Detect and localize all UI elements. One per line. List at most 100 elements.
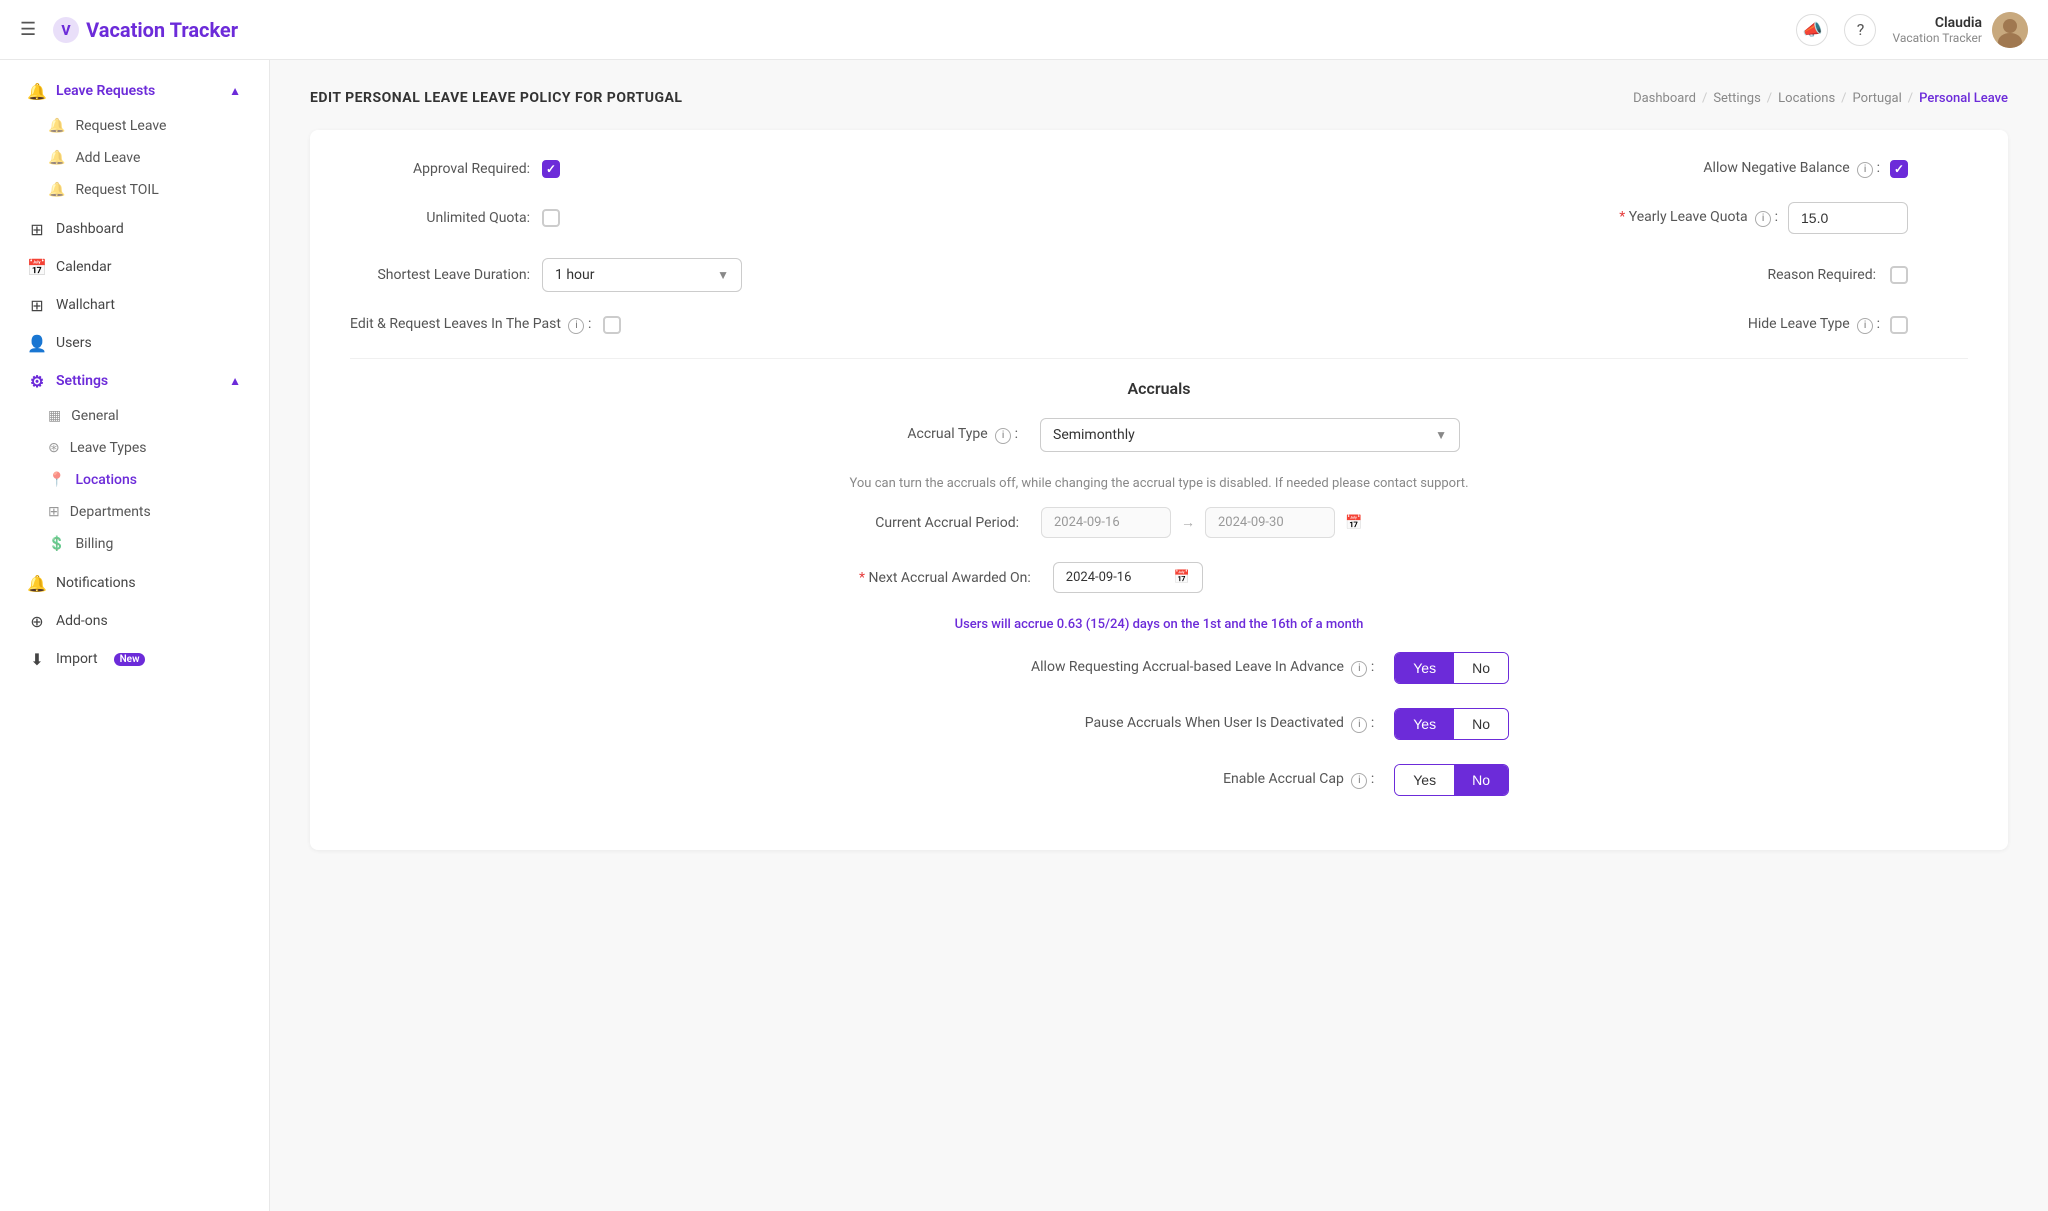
shortest-leave-duration-select[interactable]: 1 hour ▼ <box>542 258 742 292</box>
breadcrumb-dashboard[interactable]: Dashboard <box>1633 91 1696 106</box>
allow-requesting-yes-button[interactable]: Yes <box>1395 653 1454 683</box>
accrual-type-select[interactable]: Semimonthly ▼ <box>1040 418 1460 452</box>
accrual-cap-yes-button[interactable]: Yes <box>1395 765 1454 795</box>
breadcrumb-current: Personal Leave <box>1919 91 2008 106</box>
yearly-quota-info-icon[interactable]: i <box>1755 211 1771 227</box>
sidebar-item-notifications[interactable]: 🔔 Notifications <box>8 564 261 602</box>
user-name: Claudia <box>1892 15 1982 31</box>
accrual-cap-no-button[interactable]: No <box>1454 765 1508 795</box>
sidebar-item-calendar[interactable]: 📅 Calendar <box>8 248 261 286</box>
logo-text: Vacation Tracker <box>86 18 238 42</box>
logo[interactable]: V Vacation Tracker <box>52 16 238 44</box>
wallchart-icon: ⊞ <box>28 296 46 314</box>
edit-request-info-icon[interactable]: i <box>568 318 584 334</box>
edit-request-checkbox[interactable] <box>603 316 621 334</box>
sidebar-item-general[interactable]: ▦ General <box>48 400 269 432</box>
menu-toggle-button[interactable]: ☰ <box>20 19 36 40</box>
allow-negative-balance-checkbox[interactable]: ✓ <box>1890 160 1908 178</box>
form-row-edit: Edit & Request Leaves In The Past i : Hi… <box>350 316 1968 334</box>
sidebar-item-label-users: Users <box>56 335 92 351</box>
accrual-type-value: Semimonthly <box>1053 427 1135 443</box>
accrual-period-end-input: 2024-09-30 <box>1205 507 1335 538</box>
accruals-section-title: Accruals <box>350 379 1968 398</box>
sidebar-item-leave-requests[interactable]: 🔔 Leave Requests ▲ <box>8 72 261 110</box>
sidebar-item-request-leave[interactable]: 🔔 Request Leave <box>48 110 269 142</box>
accrual-type-label: Accrual Type i : <box>858 426 1018 444</box>
pause-accruals-no-button[interactable]: No <box>1454 709 1508 739</box>
general-icon: ▦ <box>48 408 61 424</box>
breadcrumb-sep-1: / <box>1702 91 1707 106</box>
sidebar-item-label-request-leave: Request Leave <box>75 118 166 134</box>
notifications-icon: 🔔 <box>28 574 46 592</box>
help-icon[interactable]: ? <box>1844 14 1876 46</box>
pause-accruals-yes-button[interactable]: Yes <box>1395 709 1454 739</box>
negative-balance-info-icon[interactable]: i <box>1857 162 1873 178</box>
hide-leave-type-label: Hide Leave Type i : <box>1748 316 1880 334</box>
allow-requesting-info-icon[interactable]: i <box>1351 661 1367 677</box>
sidebar-item-label-settings: Settings <box>56 373 108 389</box>
next-accrual-calendar-icon[interactable]: 📅 <box>1174 570 1190 585</box>
allow-requesting-btn-group: Yes No <box>1394 652 1509 684</box>
form-row-duration: Shortest Leave Duration: 1 hour ▼ Reason… <box>350 258 1968 292</box>
accrual-type-note: You can turn the accruals off, while cha… <box>350 476 1968 491</box>
accrual-type-info-icon[interactable]: i <box>995 428 1011 444</box>
add-leave-icon: 🔔 <box>48 150 65 166</box>
sidebar-item-label-billing: Billing <box>75 536 113 552</box>
sidebar-item-dashboard[interactable]: ⊞ Dashboard <box>8 210 261 248</box>
reason-required-checkbox[interactable] <box>1890 266 1908 284</box>
users-icon: 👤 <box>28 334 46 352</box>
sidebar-item-departments[interactable]: ⊞ Departments <box>48 496 269 528</box>
sidebar-item-wallchart[interactable]: ⊞ Wallchart <box>8 286 261 324</box>
header-left: ☰ V Vacation Tracker <box>20 16 238 44</box>
sidebar-item-label-dashboard: Dashboard <box>56 221 124 237</box>
calendar-date-icon[interactable]: 📅 <box>1345 515 1362 531</box>
current-accrual-period-label: Current Accrual Period: <box>859 515 1019 531</box>
shortest-leave-duration-label: Shortest Leave Duration: <box>350 267 530 283</box>
reason-required-label: Reason Required: <box>1767 267 1876 283</box>
hide-leave-type-info-icon[interactable]: i <box>1857 318 1873 334</box>
sidebar-item-users[interactable]: 👤 Users <box>8 324 261 362</box>
hide-leave-type-checkbox[interactable] <box>1890 316 1908 334</box>
user-subtitle: Vacation Tracker <box>1892 31 1982 45</box>
date-range-arrow-icon: → <box>1181 514 1195 531</box>
next-accrual-date-input[interactable]: 2024-09-16 📅 <box>1053 562 1203 593</box>
import-badge: New <box>114 653 146 666</box>
sidebar-section-leave-requests: 🔔 Leave Requests ▲ 🔔 Request Leave 🔔 Add… <box>0 72 269 206</box>
accrual-type-chevron-icon: ▼ <box>1435 428 1447 442</box>
yearly-leave-quota-input[interactable] <box>1788 202 1908 234</box>
sidebar-item-label-addons: Add-ons <box>56 613 108 629</box>
allow-requesting-no-button[interactable]: No <box>1454 653 1508 683</box>
form-row-allow-requesting: Allow Requesting Accrual-based Leave In … <box>350 652 1968 684</box>
announcement-icon[interactable]: 📣 <box>1796 14 1828 46</box>
sidebar-item-label-departments: Departments <box>70 504 151 520</box>
logo-icon: V <box>52 16 80 44</box>
accrual-cap-info-icon[interactable]: i <box>1351 773 1367 789</box>
sidebar-item-locations[interactable]: 📍 Locations <box>48 464 269 496</box>
form-row-approval: Approval Required: ✓ Allow Negative Bala… <box>350 160 1968 178</box>
unlimited-quota-label: Unlimited Quota: <box>350 210 530 226</box>
sidebar-item-add-leave[interactable]: 🔔 Add Leave <box>48 142 269 174</box>
sidebar-item-request-toil[interactable]: 🔔 Request TOIL <box>48 174 269 206</box>
chevron-up-icon: ▲ <box>229 84 241 98</box>
sidebar-item-label-locations: Locations <box>75 472 137 488</box>
sidebar-item-settings[interactable]: ⚙ Settings ▲ <box>8 362 261 400</box>
sidebar-item-label-leave-types: Leave Types <box>70 440 147 456</box>
breadcrumb-portugal[interactable]: Portugal <box>1853 91 1902 106</box>
sidebar-item-import[interactable]: ⬇ Import New <box>8 640 261 678</box>
yearly-leave-quota-label: * Yearly Leave Quota i : <box>1619 209 1778 227</box>
pause-accruals-label: Pause Accruals When User Is Deactivated … <box>809 715 1374 733</box>
sidebar-item-billing[interactable]: 💲 Billing <box>48 528 269 560</box>
breadcrumb: Dashboard / Settings / Locations / Portu… <box>1633 91 2008 106</box>
breadcrumb-settings[interactable]: Settings <box>1713 91 1760 106</box>
avatar[interactable] <box>1992 12 2028 48</box>
pause-accruals-info-icon[interactable]: i <box>1351 717 1367 733</box>
settings-icon: ⚙ <box>28 372 46 390</box>
calendar-icon: 📅 <box>28 258 46 276</box>
breadcrumb-locations[interactable]: Locations <box>1778 91 1835 106</box>
sidebar-item-label-wallchart: Wallchart <box>56 297 115 313</box>
page-title: EDIT PERSONAL LEAVE LEAVE POLICY FOR POR… <box>310 90 682 106</box>
sidebar-item-addons[interactable]: ⊕ Add-ons <box>8 602 261 640</box>
approval-required-checkbox[interactable]: ✓ <box>542 160 560 178</box>
unlimited-quota-checkbox[interactable] <box>542 209 560 227</box>
sidebar-item-leave-types[interactable]: ⊛ Leave Types <box>48 432 269 464</box>
